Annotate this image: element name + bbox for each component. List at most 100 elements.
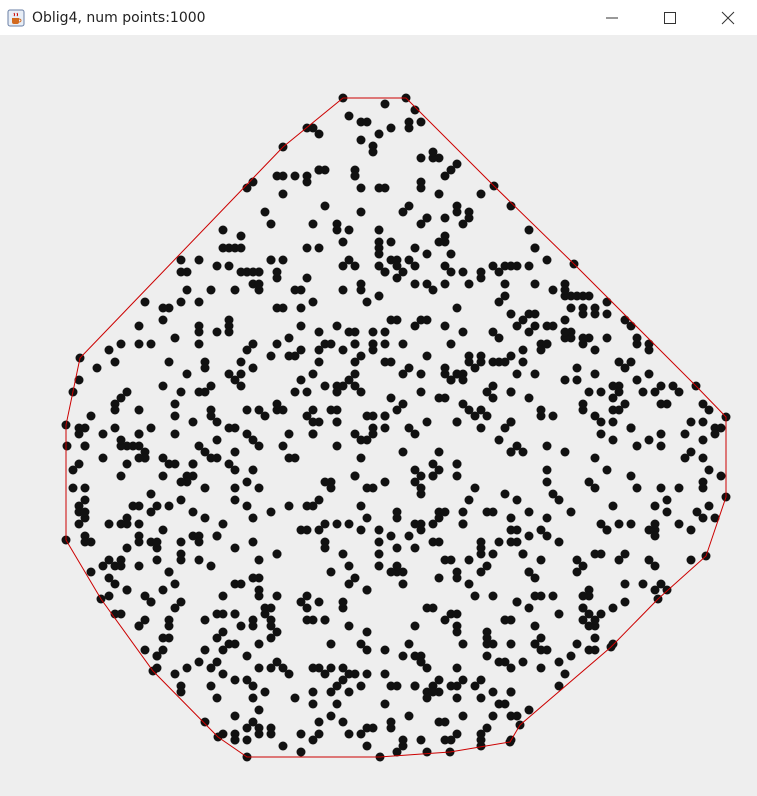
point xyxy=(422,417,432,427)
point xyxy=(530,621,540,631)
point xyxy=(452,621,462,631)
maximize-button[interactable] xyxy=(641,0,699,35)
point xyxy=(350,429,360,439)
point xyxy=(374,549,384,559)
point xyxy=(320,201,330,211)
point xyxy=(110,357,120,367)
point xyxy=(524,225,534,235)
point xyxy=(434,189,444,199)
point xyxy=(500,489,510,499)
point xyxy=(308,417,318,427)
point xyxy=(278,441,288,451)
point xyxy=(578,399,588,409)
point xyxy=(476,405,486,415)
point xyxy=(74,423,84,433)
point xyxy=(146,423,156,433)
point xyxy=(200,513,210,523)
point xyxy=(164,633,174,643)
point xyxy=(650,585,660,595)
point xyxy=(470,483,480,493)
point xyxy=(248,693,258,703)
point xyxy=(338,285,348,295)
point xyxy=(314,345,324,355)
point xyxy=(608,417,618,427)
point xyxy=(386,717,396,727)
point xyxy=(98,429,108,439)
point xyxy=(434,573,444,583)
point xyxy=(572,363,582,373)
close-button[interactable] xyxy=(699,0,757,35)
point xyxy=(164,357,174,367)
point xyxy=(344,621,354,631)
point xyxy=(506,537,516,547)
point xyxy=(362,645,372,655)
point xyxy=(146,489,156,499)
point xyxy=(380,699,390,709)
point xyxy=(476,423,486,433)
point xyxy=(518,549,528,559)
minimize-button[interactable] xyxy=(583,0,641,35)
point xyxy=(284,501,294,511)
point xyxy=(446,375,456,385)
point xyxy=(236,357,246,367)
point xyxy=(116,561,126,571)
point xyxy=(140,645,150,655)
point xyxy=(236,621,246,631)
point xyxy=(662,507,672,517)
minimize-icon xyxy=(606,17,618,18)
point xyxy=(236,579,246,589)
point xyxy=(374,225,384,235)
point xyxy=(524,531,534,541)
point xyxy=(362,513,372,523)
point xyxy=(332,225,342,235)
point xyxy=(536,555,546,565)
point xyxy=(476,675,486,685)
title-bar[interactable]: Oblig4, num points:1000 xyxy=(0,0,757,35)
point xyxy=(350,339,360,349)
point xyxy=(464,213,474,223)
point xyxy=(272,549,282,559)
point xyxy=(278,171,288,181)
point xyxy=(494,657,504,667)
point xyxy=(380,327,390,337)
window-title: Oblig4, num points:1000 xyxy=(32,9,206,26)
point xyxy=(194,297,204,307)
point xyxy=(530,309,540,319)
point xyxy=(290,387,300,397)
point xyxy=(218,591,228,601)
point xyxy=(368,141,378,151)
point xyxy=(536,663,546,673)
point xyxy=(170,333,180,343)
point xyxy=(458,519,468,529)
point xyxy=(236,267,246,277)
point xyxy=(146,339,156,349)
point xyxy=(416,117,426,127)
point xyxy=(302,387,312,397)
point xyxy=(302,525,312,535)
point xyxy=(176,267,186,277)
point xyxy=(332,417,342,427)
point xyxy=(320,543,330,553)
point xyxy=(194,255,204,265)
point xyxy=(596,519,606,529)
point xyxy=(266,729,276,739)
point xyxy=(92,363,102,373)
point xyxy=(230,447,240,457)
point xyxy=(296,375,306,385)
point xyxy=(176,495,186,505)
point xyxy=(374,183,384,193)
point xyxy=(296,321,306,331)
point xyxy=(398,369,408,379)
point xyxy=(434,447,444,457)
point xyxy=(590,633,600,643)
point xyxy=(590,345,600,355)
point xyxy=(380,669,390,679)
point xyxy=(170,429,180,439)
point xyxy=(224,261,234,271)
point xyxy=(344,687,354,697)
point xyxy=(464,405,474,415)
point xyxy=(338,237,348,247)
point xyxy=(440,393,450,403)
point xyxy=(560,447,570,457)
point xyxy=(248,267,258,277)
